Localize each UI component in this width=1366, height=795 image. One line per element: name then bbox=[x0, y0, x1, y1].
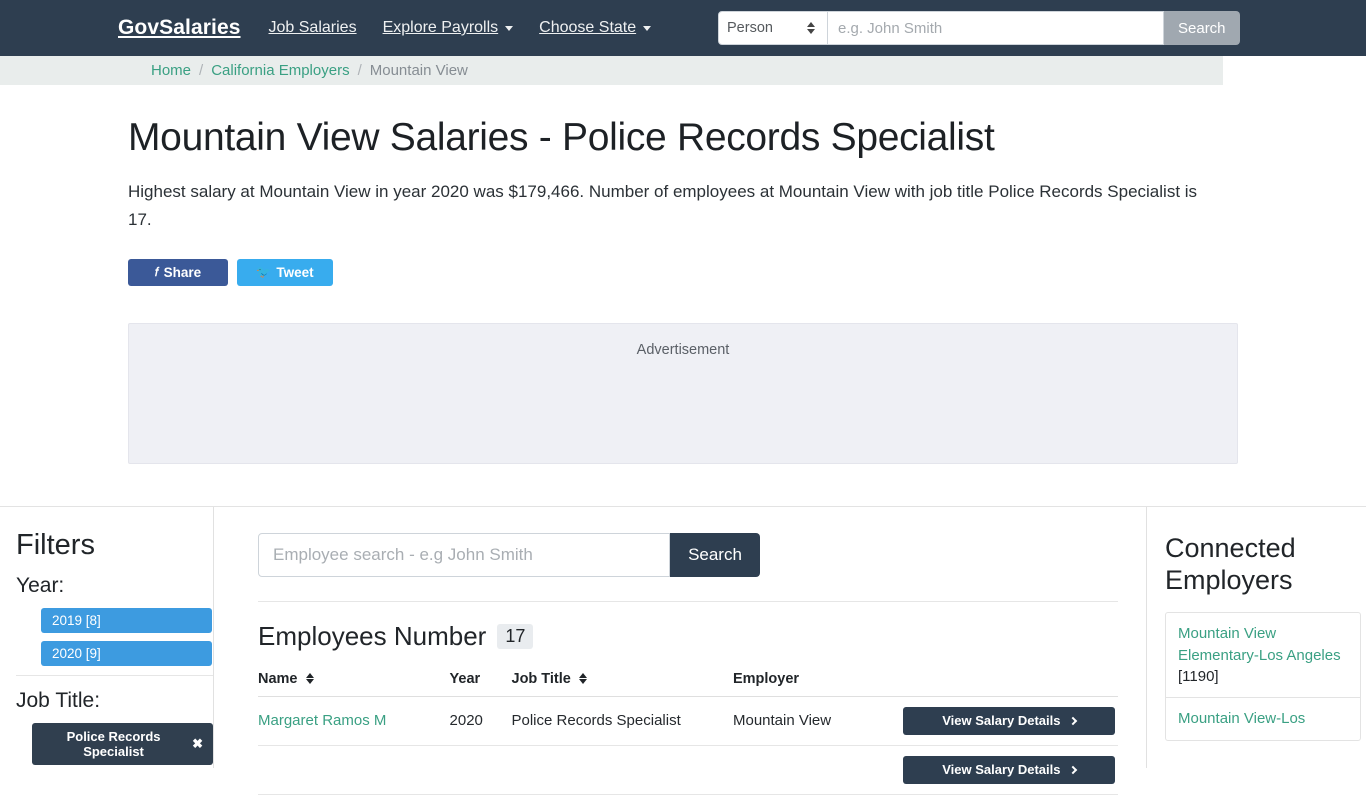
employee-search-button[interactable]: Search bbox=[670, 532, 760, 577]
breadcrumb-separator: / bbox=[199, 62, 204, 79]
cell-employer: Mountain View bbox=[732, 696, 904, 746]
cell-year: 2020 bbox=[449, 696, 512, 746]
cell-name: Margaret Ramos M bbox=[258, 696, 450, 746]
header-search-group: Person Search bbox=[718, 11, 1240, 45]
column-header-employer-label: Employer bbox=[732, 670, 800, 687]
social-share-row: 𝑓 Share 🐦 Tweet bbox=[128, 258, 1366, 286]
page-title: Mountain View Salaries - Police Records … bbox=[128, 116, 995, 159]
breadcrumb: Home / California Employers / Mountain V… bbox=[0, 56, 1223, 85]
column-header-actions bbox=[903, 663, 1118, 697]
employee-search-input[interactable] bbox=[258, 532, 670, 577]
connected-employers-heading: Connected Employers bbox=[1165, 532, 1296, 595]
close-icon[interactable]: ✖ bbox=[192, 736, 203, 752]
cell-actions: View Salary Details bbox=[903, 696, 1118, 746]
table-row: Margaret Ramos M 2020 Police Records Spe… bbox=[258, 696, 1118, 746]
facebook-share-label: Share bbox=[163, 264, 202, 280]
nav-item-explore-payrolls[interactable]: Explore Payrolls bbox=[383, 19, 514, 37]
column-header-employer[interactable]: Employer bbox=[732, 663, 904, 697]
view-salary-details-button[interactable]: View Salary Details bbox=[903, 755, 1116, 784]
cell-job-title bbox=[511, 745, 733, 795]
connected-employers-sidebar: Connected Employers Mountain View Elemen… bbox=[1146, 506, 1366, 768]
chevron-down-icon bbox=[643, 25, 652, 31]
table-row: View Salary Details bbox=[258, 745, 1118, 795]
list-item: Mountain View Elementary-Los Angeles [11… bbox=[1166, 613, 1360, 699]
twitter-tweet-label: Tweet bbox=[276, 264, 314, 280]
top-navbar: GovSalaries Job Salaries Explore Payroll… bbox=[0, 0, 1366, 56]
list-item: Mountain View-Los bbox=[1166, 698, 1360, 739]
employees-number-label: Employees Number bbox=[258, 620, 487, 651]
filter-year-2019[interactable]: 2019 [8] bbox=[41, 607, 212, 633]
sort-icon bbox=[578, 673, 587, 685]
nav-item-choose-state-label: Choose State bbox=[539, 19, 637, 36]
connected-employer-link[interactable]: Mountain View-Los bbox=[1178, 710, 1305, 727]
twitter-icon: 🐦 bbox=[256, 265, 272, 280]
employee-name-link[interactable]: Margaret Ramos M bbox=[258, 712, 386, 729]
view-salary-details-label: View Salary Details bbox=[942, 713, 1061, 729]
nav-item-choose-state[interactable]: Choose State bbox=[539, 19, 652, 37]
employees-count-badge: 17 bbox=[497, 623, 534, 649]
column-header-name[interactable]: Name bbox=[258, 663, 450, 697]
view-salary-details-button[interactable]: View Salary Details bbox=[903, 706, 1116, 735]
advertisement-label: Advertisement bbox=[636, 341, 730, 358]
cell-name bbox=[258, 745, 450, 795]
lower-content: Filters Year: 2019 [8] 2020 [9] Job Titl… bbox=[0, 506, 1366, 795]
column-header-year-label: Year bbox=[449, 670, 481, 687]
header-search-button[interactable]: Search bbox=[1164, 11, 1240, 45]
advertisement-slot: Advertisement bbox=[128, 322, 1238, 464]
column-header-year[interactable]: Year bbox=[449, 663, 512, 697]
nav-item-job-salaries[interactable]: Job Salaries bbox=[269, 19, 357, 37]
nav-item-job-salaries-label: Job Salaries bbox=[268, 19, 357, 36]
chevron-right-icon bbox=[1069, 765, 1078, 774]
breadcrumb-california-employers[interactable]: California Employers bbox=[211, 62, 349, 79]
employee-search-group: Search bbox=[258, 532, 1118, 602]
select-arrows-icon bbox=[807, 22, 815, 34]
search-type-select[interactable]: Person bbox=[718, 11, 828, 45]
connected-employer-link[interactable]: Mountain View Elementary-Los Angeles bbox=[1178, 625, 1341, 663]
column-header-job-title[interactable]: Job Title bbox=[511, 663, 733, 697]
sort-icon bbox=[305, 673, 314, 685]
filters-heading: Filters bbox=[16, 528, 95, 561]
filter-job-title-label: Job Title: bbox=[16, 688, 101, 712]
employees-number-heading: Employees Number 17 bbox=[258, 621, 1118, 652]
filter-year-2020[interactable]: 2020 [9] bbox=[41, 640, 212, 666]
table-header-row: Name Year Job Title Employer bbox=[258, 663, 1118, 697]
chevron-right-icon bbox=[1069, 716, 1078, 725]
nav-item-explore-payrolls-label: Explore Payrolls bbox=[382, 19, 499, 36]
breadcrumb-home[interactable]: Home bbox=[151, 62, 191, 79]
chevron-down-icon bbox=[505, 25, 514, 31]
employees-panel: Search Employees Number 17 Name Year Job… bbox=[214, 507, 1146, 795]
site-logo[interactable]: GovSalaries bbox=[118, 16, 241, 40]
twitter-tweet-button[interactable]: 🐦 Tweet bbox=[237, 258, 333, 286]
breadcrumb-current: Mountain View bbox=[369, 62, 468, 79]
hero-section: Mountain View Salaries - Police Records … bbox=[0, 116, 1366, 286]
column-header-job-title-label: Job Title bbox=[511, 670, 571, 687]
page-description: Highest salary at Mountain View in year … bbox=[128, 182, 1198, 229]
employees-table: Name Year Job Title Employer Margaret Ra… bbox=[258, 663, 1118, 795]
filter-year-label: Year: bbox=[16, 573, 65, 597]
view-salary-details-label: View Salary Details bbox=[942, 762, 1061, 778]
filter-chip-job-title[interactable]: Police Records Specialist ✖ bbox=[32, 722, 213, 765]
filters-sidebar: Filters Year: 2019 [8] 2020 [9] Job Titl… bbox=[0, 506, 214, 768]
facebook-share-button[interactable]: 𝑓 Share bbox=[128, 258, 228, 286]
cell-year bbox=[449, 745, 512, 795]
connected-employers-list: Mountain View Elementary-Los Angeles [11… bbox=[1165, 612, 1361, 741]
connected-employer-count: [1190] bbox=[1178, 668, 1219, 686]
column-header-name-label: Name bbox=[258, 670, 298, 687]
filter-chip-label: Police Records Specialist bbox=[66, 728, 161, 759]
facebook-icon: 𝑓 bbox=[154, 264, 159, 279]
search-type-value: Person bbox=[727, 20, 773, 36]
cell-actions: View Salary Details bbox=[903, 745, 1118, 795]
cell-employer bbox=[732, 745, 904, 795]
filter-divider bbox=[16, 674, 213, 676]
cell-job-title: Police Records Specialist bbox=[511, 696, 733, 746]
header-search-input[interactable] bbox=[828, 11, 1164, 45]
breadcrumb-separator: / bbox=[357, 62, 362, 79]
